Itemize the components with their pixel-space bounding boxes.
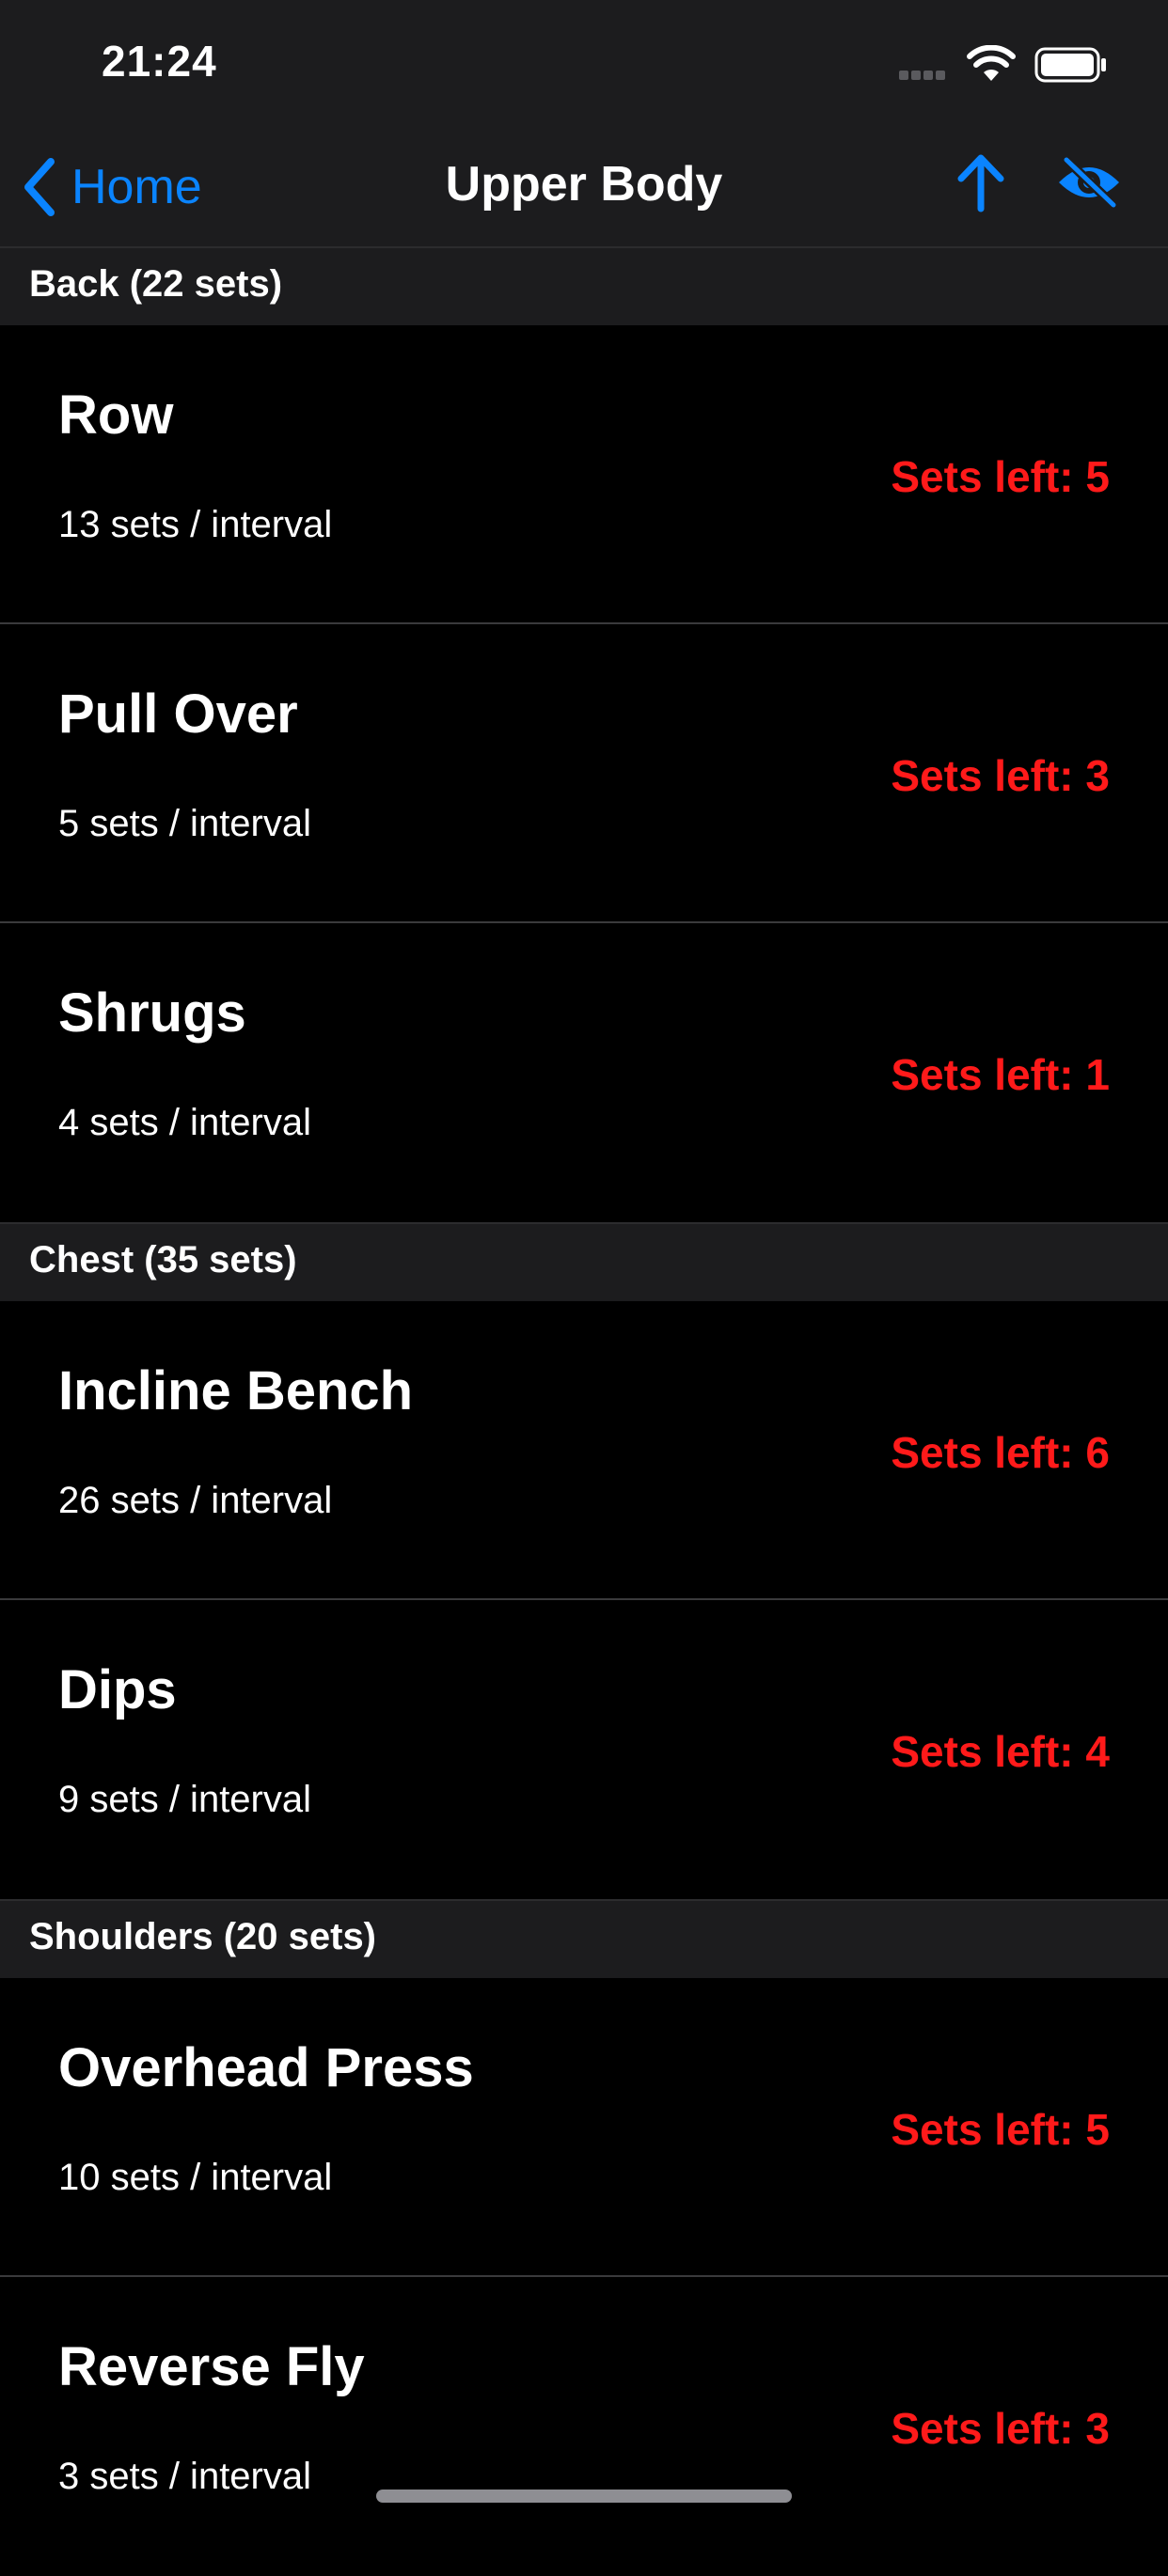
exercise-interval: 10 sets / interval	[58, 2157, 333, 2198]
exercise-row[interactable]: Dips 9 sets / interval Sets left: 4	[0, 1600, 1168, 1899]
back-chevron-icon	[24, 158, 55, 216]
exercise-row[interactable]: Reverse Fly 3 sets / interval Sets left:…	[0, 2277, 1168, 2576]
sets-left-label: Sets left: 3	[891, 751, 1110, 800]
exercise-interval: 5 sets / interval	[58, 803, 312, 844]
sets-left-label: Sets left: 3	[891, 2404, 1110, 2453]
exercise-row[interactable]: Incline Bench 26 sets / interval Sets le…	[0, 1301, 1168, 1600]
exercise-name: Dips	[58, 1659, 177, 1720]
cellular-signal-icon	[899, 68, 948, 85]
battery-icon	[1034, 47, 1108, 87]
navigation-bar: Upper Body Home	[0, 128, 1168, 248]
sets-left-label: Sets left: 6	[891, 1428, 1110, 1477]
section-header-shoulders: Shoulders (20 sets)	[0, 1899, 1168, 1978]
sets-left-label: Sets left: 5	[891, 452, 1110, 501]
status-bar: 21:24	[0, 0, 1168, 128]
exercise-row[interactable]: Overhead Press 10 sets / interval Sets l…	[0, 1978, 1168, 2277]
exercise-name: Overhead Press	[58, 2037, 474, 2098]
exercise-list: Back (22 sets) Row 13 sets / interval Se…	[0, 248, 1168, 2576]
eye-slash-icon	[1059, 155, 1119, 210]
exercise-row[interactable]: Pull Over 5 sets / interval Sets left: 3	[0, 624, 1168, 923]
home-indicator[interactable]	[376, 2490, 792, 2503]
exercise-name: Row	[58, 385, 174, 446]
exercise-name: Pull Over	[58, 683, 298, 745]
exercise-row[interactable]: Shrugs 4 sets / interval Sets left: 1	[0, 923, 1168, 1222]
status-time: 21:24	[102, 37, 217, 86]
back-button-label: Home	[71, 160, 202, 214]
exercise-interval: 4 sets / interval	[58, 1102, 312, 1143]
sort-button[interactable]	[954, 152, 1008, 217]
sets-left-label: Sets left: 1	[891, 1050, 1110, 1099]
back-button[interactable]: Home	[21, 152, 202, 222]
exercise-interval: 3 sets / interval	[58, 2456, 312, 2497]
exercise-interval: 9 sets / interval	[58, 1779, 312, 1820]
exercise-row[interactable]: Row 13 sets / interval Sets left: 5	[0, 325, 1168, 624]
wifi-icon	[967, 44, 1016, 87]
exercise-interval: 26 sets / interval	[58, 1480, 333, 1521]
arrow-up-icon	[957, 154, 1004, 212]
hide-button[interactable]	[1055, 155, 1123, 213]
sets-left-label: Sets left: 4	[891, 1727, 1110, 1776]
exercise-name: Shrugs	[58, 982, 246, 1044]
section-header-chest: Chest (35 sets)	[0, 1222, 1168, 1301]
exercise-name: Incline Bench	[58, 1360, 414, 1422]
section-header-back: Back (22 sets)	[0, 248, 1168, 325]
exercise-name: Reverse Fly	[58, 2336, 365, 2397]
exercise-interval: 13 sets / interval	[58, 504, 333, 545]
sets-left-label: Sets left: 5	[891, 2105, 1110, 2154]
